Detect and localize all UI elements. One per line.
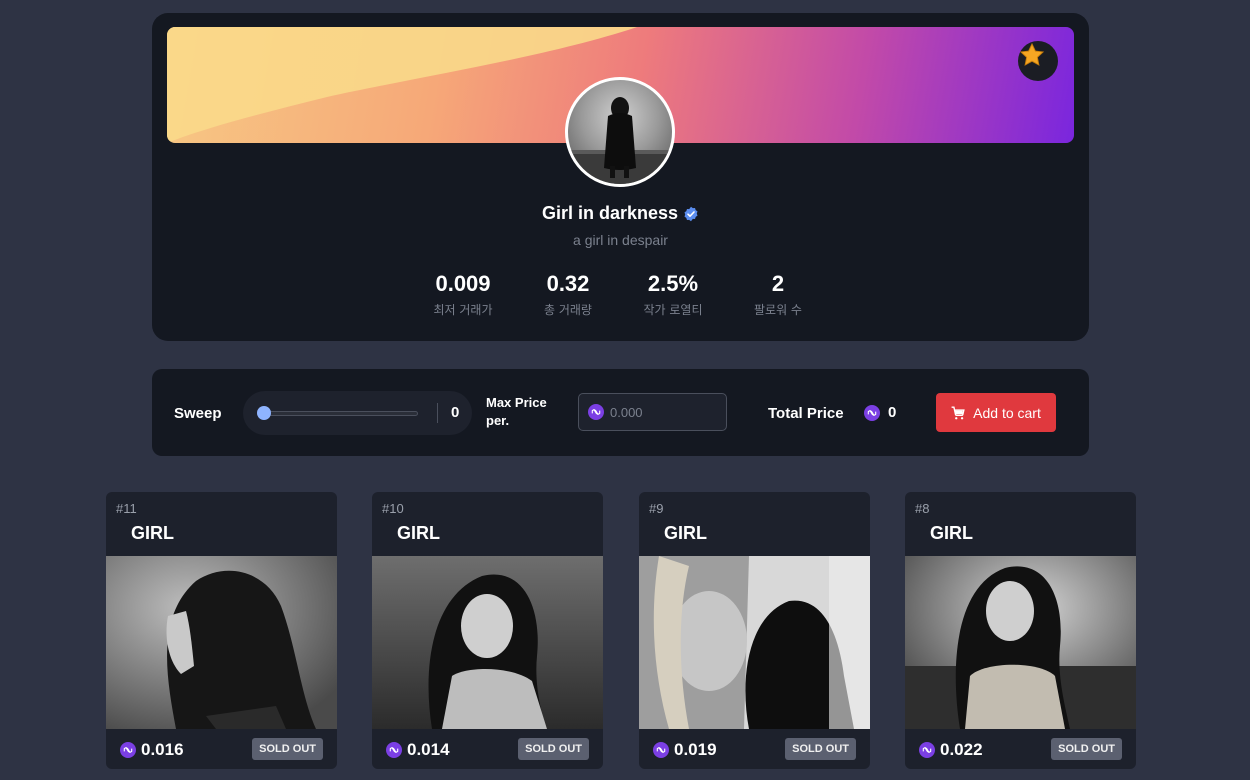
add-to-cart-label: Add to cart bbox=[973, 404, 1041, 421]
stat-label: 총 거래량 bbox=[544, 303, 592, 317]
max-price-input[interactable] bbox=[610, 404, 720, 420]
matic-icon bbox=[588, 404, 604, 420]
stat-followers: 2 팔로워 수 bbox=[726, 271, 831, 318]
stat-value: 0.009 bbox=[435, 271, 491, 296]
max-price-label: Max Price per. bbox=[486, 395, 547, 428]
collection-stats: 0.009 최저 거래가 0.32 총 거래량 2.5% 작가 로열티 2 팔로… bbox=[152, 271, 1089, 318]
collection-description: a girl in despair bbox=[573, 232, 668, 248]
sold-out-badge: SOLD OUT bbox=[1051, 738, 1122, 760]
collection-name-text: Girl in darkness bbox=[541, 203, 679, 223]
nft-token-id: #8 bbox=[915, 501, 930, 516]
nft-price: 0.014 bbox=[386, 740, 450, 760]
avatar-image bbox=[568, 97, 672, 184]
sweep-toolbar: Sweep 0 Max Price per. Total Price 0 Add… bbox=[152, 369, 1089, 456]
collection-profile-card: Girl in darkness a girl in despair 0.009… bbox=[152, 13, 1089, 341]
total-price-label: Total Price bbox=[768, 405, 844, 422]
nft-price: 0.022 bbox=[919, 740, 983, 760]
sweep-slider-track[interactable] bbox=[263, 411, 418, 416]
stat-total-volume: 0.32 총 거래량 bbox=[516, 271, 621, 318]
nft-price-value: 0.019 bbox=[674, 740, 717, 759]
add-to-cart-button[interactable]: Add to cart bbox=[936, 393, 1056, 432]
stat-value: 0.32 bbox=[546, 271, 590, 296]
matic-icon bbox=[386, 742, 402, 758]
nft-image[interactable] bbox=[905, 556, 1136, 729]
collection-avatar bbox=[565, 77, 675, 187]
stat-label: 팔로워 수 bbox=[754, 303, 802, 317]
sweep-count: 0 bbox=[451, 404, 460, 421]
sweep-slider-thumb[interactable] bbox=[257, 406, 271, 420]
nft-image[interactable] bbox=[639, 556, 870, 729]
stat-value: 2 bbox=[771, 271, 785, 296]
nft-name: GIRL bbox=[930, 523, 973, 543]
nft-price-value: 0.014 bbox=[407, 740, 450, 759]
nft-token-id: #10 bbox=[382, 501, 404, 516]
stat-label: 최저 거래가 bbox=[433, 303, 493, 317]
total-price-value: 0 bbox=[888, 404, 897, 421]
stat-floor-price: 0.009 최저 거래가 bbox=[411, 271, 516, 318]
star-icon bbox=[1019, 42, 1045, 66]
featured-badge[interactable] bbox=[1018, 41, 1058, 81]
max-price-field[interactable] bbox=[578, 393, 727, 431]
nft-price: 0.016 bbox=[120, 740, 184, 760]
matic-icon bbox=[919, 742, 935, 758]
nft-image[interactable] bbox=[106, 556, 337, 729]
sweep-slider-container: 0 bbox=[243, 391, 472, 435]
nft-card[interactable]: #11 GIRL 0.016 SOLD OUT bbox=[106, 492, 337, 769]
sold-out-badge: SOLD OUT bbox=[252, 738, 323, 760]
nft-name: GIRL bbox=[397, 523, 440, 543]
nft-token-id: #9 bbox=[649, 501, 664, 516]
nft-price: 0.019 bbox=[653, 740, 717, 760]
collection-name: Girl in darkness bbox=[152, 203, 1089, 224]
nft-name: GIRL bbox=[664, 523, 707, 543]
sold-out-badge: SOLD OUT bbox=[518, 738, 589, 760]
nft-image[interactable] bbox=[372, 556, 603, 729]
matic-icon bbox=[653, 742, 669, 758]
stat-label: 작가 로열티 bbox=[643, 303, 703, 317]
nft-card[interactable]: #8 GIRL 0.022 SOLD OUT bbox=[905, 492, 1136, 769]
stat-royalty: 2.5% 작가 로열티 bbox=[621, 271, 726, 318]
verified-icon bbox=[684, 206, 698, 221]
nft-name: GIRL bbox=[131, 523, 174, 543]
cart-icon bbox=[951, 405, 965, 419]
sold-out-badge: SOLD OUT bbox=[785, 738, 856, 760]
nft-card[interactable]: #10 GIRL 0.014 SOLD OUT bbox=[372, 492, 603, 769]
matic-icon bbox=[120, 742, 136, 758]
nft-price-value: 0.016 bbox=[141, 740, 184, 759]
nft-token-id: #11 bbox=[116, 501, 137, 516]
nft-price-value: 0.022 bbox=[940, 740, 983, 759]
sweep-label: Sweep bbox=[174, 405, 222, 422]
matic-icon bbox=[864, 405, 880, 421]
total-price: 0 bbox=[864, 404, 896, 421]
slider-divider bbox=[437, 403, 438, 423]
stat-value: 2.5% bbox=[647, 271, 699, 296]
nft-card[interactable]: #9 GIRL 0.019 SOLD OUT bbox=[639, 492, 870, 769]
